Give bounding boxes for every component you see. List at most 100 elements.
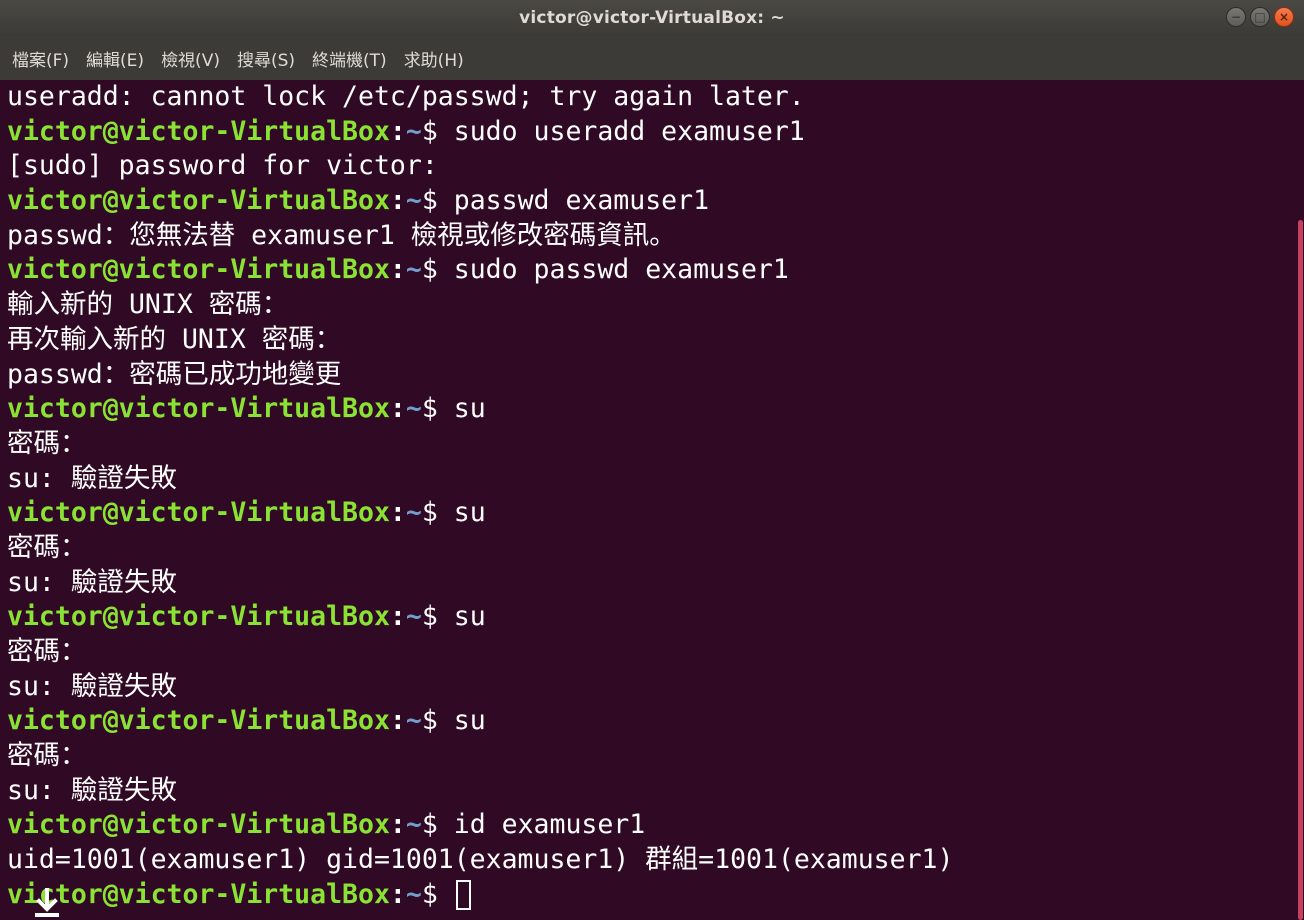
output-line: 密碼： — [7, 739, 1296, 774]
output-line: 輸入新的 UNIX 密碼： — [7, 288, 1296, 323]
output-text: [sudo] password for victor: — [7, 150, 438, 182]
output-line: useradd: cannot lock /etc/passwd; try ag… — [7, 80, 1296, 115]
prompt-path: ~ — [405, 809, 422, 841]
command-text: passwd examuser1 — [453, 185, 710, 217]
command-text: su — [453, 393, 486, 425]
prompt-line: victor@victor-VirtualBox:~$ sudo useradd… — [7, 115, 1296, 150]
command-text: id examuser1 — [453, 809, 646, 841]
prompt-path: ~ — [405, 601, 422, 633]
prompt-dollar: $ — [421, 497, 454, 529]
prompt-path: ~ — [405, 705, 422, 737]
prompt-colon: : — [389, 393, 406, 425]
output-line: [sudo] password for victor: — [7, 149, 1296, 184]
prompt-line: victor@victor-VirtualBox:~$ su — [7, 600, 1296, 635]
output-line: passwd：密碼已成功地變更 — [7, 358, 1296, 393]
prompt-line: victor@victor-VirtualBox:~$ sudo passwd … — [7, 253, 1296, 288]
menu-search[interactable]: 搜尋(S) — [237, 46, 295, 71]
output-line: su: 驗證失敗 — [7, 566, 1296, 601]
prompt-path: ~ — [405, 497, 422, 529]
prompt-line: victor@victor-VirtualBox:~$ su — [7, 496, 1296, 531]
prompt-user-host: victor@victor-VirtualBox — [7, 115, 390, 147]
menu-terminal[interactable]: 終端機(T) — [312, 46, 387, 71]
output-text: 輸入新的 UNIX 密碼： — [7, 289, 289, 321]
output-text: 密碼： — [7, 427, 87, 459]
prompt-line: victor@victor-VirtualBox:~$ su — [7, 392, 1296, 427]
prompt-dollar: $ — [421, 393, 454, 425]
output-line: su: 驗證失敗 — [7, 462, 1296, 497]
scrollbar-thumb[interactable] — [1298, 220, 1303, 920]
output-line: 密碼： — [7, 427, 1296, 462]
prompt-path: ~ — [405, 115, 422, 147]
prompt-path: ~ — [405, 393, 422, 425]
prompt-line: victor@victor-VirtualBox:~$ — [7, 878, 1296, 913]
menu-help[interactable]: 求助(H) — [404, 46, 464, 71]
prompt-colon: : — [389, 254, 406, 286]
output-text: su: 驗證失敗 — [7, 462, 177, 494]
prompt-dollar: $ — [421, 809, 454, 841]
output-line: uid=1001(examuser1) gid=1001(examuser1) … — [7, 843, 1296, 878]
prompt-line: victor@victor-VirtualBox:~$ su — [7, 704, 1296, 739]
output-text: 密碼： — [7, 531, 87, 563]
prompt-user-host: victor@victor-VirtualBox — [7, 809, 390, 841]
prompt-path: ~ — [405, 254, 422, 286]
output-text: su: 驗證失敗 — [7, 774, 177, 806]
terminal-window: victor@victor-VirtualBox: ~ − □ × 檔案(F) … — [0, 0, 1304, 920]
command-text: su — [453, 705, 486, 737]
prompt-colon: : — [389, 497, 406, 529]
window-controls: − □ × — [1226, 7, 1294, 27]
command-text: su — [453, 601, 486, 633]
output-text: 密碼： — [7, 740, 87, 772]
prompt-user-host: victor@victor-VirtualBox — [7, 497, 390, 529]
command-text: sudo passwd examuser1 — [453, 254, 789, 286]
prompt-user-host: victor@victor-VirtualBox — [7, 393, 390, 425]
prompt-colon: : — [389, 115, 406, 147]
output-line: 密碼： — [7, 531, 1296, 566]
prompt-dollar: $ — [421, 705, 454, 737]
output-line: su: 驗證失敗 — [7, 670, 1296, 705]
terminal-output[interactable]: useradd: cannot lock /etc/passwd; try ag… — [0, 80, 1296, 920]
prompt-colon: : — [389, 601, 406, 633]
prompt-dollar: $ — [421, 878, 454, 910]
output-text: su: 驗證失敗 — [7, 670, 177, 702]
prompt-path: ~ — [405, 185, 422, 217]
title-bar[interactable]: victor@victor-VirtualBox: ~ − □ × — [0, 0, 1304, 36]
prompt-user-host: victor@victor-VirtualBox — [7, 254, 390, 286]
prompt-line: victor@victor-VirtualBox:~$ id examuser1 — [7, 808, 1296, 843]
output-line: 再次輸入新的 UNIX 密碼： — [7, 323, 1296, 358]
output-text: 再次輸入新的 UNIX 密碼： — [7, 323, 342, 355]
command-text: sudo useradd examuser1 — [453, 115, 805, 147]
maximize-button[interactable]: □ — [1250, 7, 1270, 27]
close-button[interactable]: × — [1274, 7, 1294, 27]
output-text: uid=1001(examuser1) gid=1001(examuser1) … — [7, 844, 954, 876]
minimize-button[interactable]: − — [1226, 7, 1246, 27]
prompt-dollar: $ — [421, 185, 454, 217]
prompt-line: victor@victor-VirtualBox:~$ passwd examu… — [7, 184, 1296, 219]
menu-bar: 檔案(F) 編輯(E) 檢視(V) 搜尋(S) 終端機(T) 求助(H) — [0, 36, 1304, 80]
output-text: su: 驗證失敗 — [7, 566, 177, 598]
menu-edit[interactable]: 編輯(E) — [86, 46, 144, 71]
output-line: passwd：您無法替 examuser1 檢視或修改密碼資訊。 — [7, 219, 1296, 254]
menu-view[interactable]: 檢視(V) — [161, 46, 220, 71]
output-text: 密碼： — [7, 636, 87, 667]
window-title: victor@victor-VirtualBox: ~ — [519, 8, 785, 28]
command-text: su — [453, 497, 486, 529]
prompt-dollar: $ — [421, 254, 454, 286]
output-text: passwd：您無法替 examuser1 檢視或修改密碼資訊。 — [7, 219, 676, 251]
prompt-user-host: victor@victor-VirtualBox — [7, 185, 390, 217]
output-text: passwd：密碼已成功地變更 — [7, 358, 342, 390]
output-line: su: 驗證失敗 — [7, 774, 1296, 809]
prompt-colon: : — [389, 878, 406, 910]
prompt-user-host: victor@victor-VirtualBox — [7, 601, 390, 633]
mouse-pointer-icon — [35, 888, 59, 917]
prompt-dollar: $ — [421, 601, 454, 633]
prompt-user-host: victor@victor-VirtualBox — [7, 878, 390, 910]
scrollbar[interactable] — [1296, 80, 1304, 920]
menu-file[interactable]: 檔案(F) — [12, 46, 69, 71]
prompt-user-host: victor@victor-VirtualBox — [7, 705, 390, 737]
prompt-path: ~ — [405, 878, 422, 910]
text-cursor — [455, 880, 471, 911]
output-text: useradd: cannot lock /etc/passwd; try ag… — [7, 81, 805, 112]
prompt-colon: : — [389, 705, 406, 737]
prompt-colon: : — [389, 809, 406, 841]
prompt-dollar: $ — [421, 115, 454, 147]
